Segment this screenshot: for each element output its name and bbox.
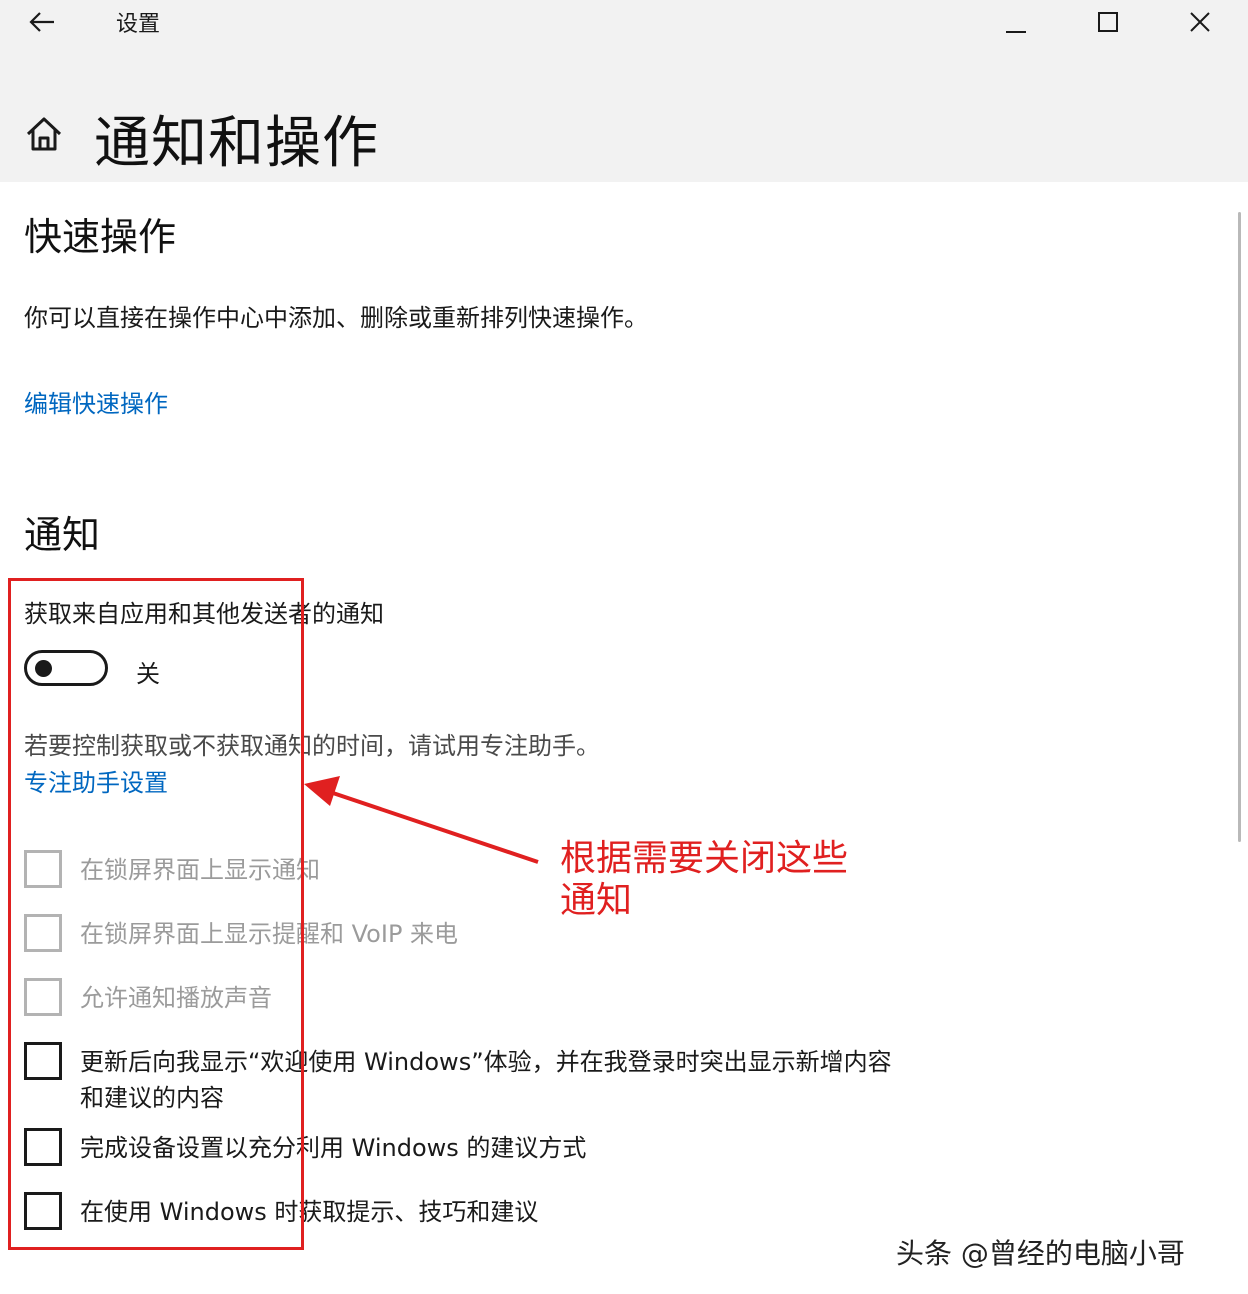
back-button[interactable] — [22, 2, 62, 42]
back-arrow-icon — [29, 12, 54, 32]
maximize-icon — [1098, 12, 1118, 32]
option-label: 允许通知播放声音 — [80, 984, 272, 1012]
toggle-state-label: 关 — [136, 660, 160, 688]
option-label: 在使用 Windows 时获取提示、技巧和建议 — [80, 1198, 539, 1226]
focus-assist-settings-link[interactable]: 专注助手设置 — [24, 763, 168, 798]
notifications-heading: 通知 — [24, 513, 101, 557]
option-label: 完成设备设置以充分利用 Windows 的建议方式 — [80, 1134, 587, 1162]
toggle-knob — [35, 660, 52, 677]
quick-actions-heading: 快速操作 — [24, 215, 177, 259]
minimize-button[interactable] — [976, 0, 1056, 44]
checkbox[interactable] — [24, 850, 62, 888]
notifications-toggle[interactable] — [24, 650, 108, 686]
option-label: 更新后向我显示“欢迎使用 Windows”体验，并在我登录时突出显示新增内容和建… — [80, 1048, 892, 1112]
edit-quick-actions-link[interactable]: 编辑快速操作 — [24, 384, 168, 419]
checkbox[interactable] — [24, 1042, 62, 1080]
app-title: 设置 — [116, 12, 161, 37]
page-title: 通知和操作 — [94, 111, 379, 176]
checkbox[interactable] — [24, 1192, 62, 1230]
maximize-button[interactable] — [1068, 0, 1148, 44]
quick-actions-description: 你可以直接在操作中心中添加、删除或重新排列快速操作。 — [24, 304, 648, 332]
get-notifications-label: 获取来自应用和其他发送者的通知 — [24, 600, 384, 628]
scrollbar[interactable] — [1238, 212, 1241, 842]
close-icon — [1190, 12, 1210, 32]
checkbox[interactable] — [24, 1128, 62, 1166]
checkbox[interactable] — [24, 978, 62, 1016]
checkbox[interactable] — [24, 914, 62, 952]
focus-assist-hint: 若要控制获取或不获取通知的时间，请试用专注助手。 — [24, 732, 600, 760]
annotation-text: 根据需要关闭这些通知 — [560, 838, 849, 921]
close-button[interactable] — [1160, 0, 1240, 44]
watermark: 头条 @曾经的电脑小哥 — [896, 1237, 1185, 1270]
home-icon[interactable] — [24, 114, 64, 154]
minimize-icon — [1006, 31, 1026, 33]
